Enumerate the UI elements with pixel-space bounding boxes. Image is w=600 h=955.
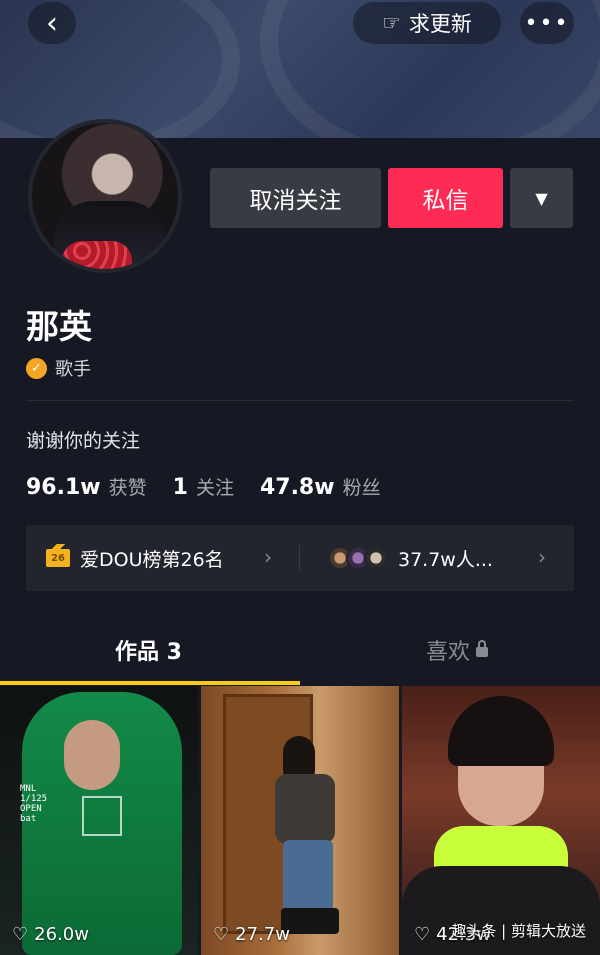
caret-down-icon: ▼ — [535, 188, 548, 208]
chevron-right-icon: › — [538, 545, 546, 569]
profile-bio: 谢谢你的关注 — [26, 430, 141, 452]
heart-icon: ♡ — [414, 924, 431, 945]
dropdown-button[interactable]: ▼ — [510, 168, 573, 228]
focus-frame — [82, 796, 122, 836]
video-grid: MNL 1/125 OPEN bat ♡ 26.0w ♡ 27.7w ♡ 42.3w … — [0, 686, 600, 955]
likes-count: 96.1w — [26, 475, 101, 500]
pointing-hand-icon: ☞ — [382, 11, 401, 35]
unfollow-button[interactable]: 取消关注 — [210, 168, 381, 228]
rank-entry[interactable]: 26 爱DOU榜第26名 — [46, 525, 224, 591]
video-like-count: ♡ 26.0w — [12, 924, 89, 945]
video-thumbnail[interactable]: ♡ 42.3w 趣头条 | 剪辑大放送 — [402, 686, 600, 955]
camera-overlay-text: MNL 1/125 OPEN bat — [20, 784, 48, 824]
likes-label: 获赞 — [108, 477, 147, 499]
watermark: 趣头条 | 剪辑大放送 — [451, 922, 586, 940]
figure-jacket — [275, 774, 335, 844]
following-label[interactable]: 关注 — [196, 473, 234, 500]
fans-label[interactable]: 粉丝 — [343, 473, 381, 500]
lock-icon — [476, 640, 489, 657]
profile-stats: 96.1w 获赞 1 关注 47.8w 粉丝 — [26, 473, 407, 500]
request-update-button[interactable]: ☞ 求更新 — [353, 2, 501, 44]
request-update-label: 求更新 — [408, 12, 472, 36]
heart-icon: ♡ — [213, 924, 230, 945]
content-tabs: 作品 3 喜欢 — [0, 620, 600, 686]
active-tab-indicator — [0, 681, 300, 685]
rank-bar: 26 爱DOU榜第26名 › 37.7w人... › — [26, 525, 574, 591]
verified-icon: ✓ — [26, 357, 47, 379]
rank-separator — [299, 545, 300, 571]
video-thumbnail[interactable]: MNL 1/125 OPEN bat ♡ 26.0w — [0, 686, 198, 955]
heart-icon: ♡ — [12, 924, 29, 945]
profile-name: 那英 — [26, 307, 92, 346]
thumbnail-hair — [448, 696, 554, 766]
following-count[interactable]: 1 — [173, 475, 188, 500]
video-thumbnail[interactable]: ♡ 27.7w — [201, 686, 399, 955]
back-icon: ‹ — [46, 5, 58, 41]
profile-tag-label: 歌手 — [55, 359, 91, 380]
rank-label: 爱DOU榜第26名 — [80, 548, 224, 571]
video-like-value: 27.7w — [235, 924, 290, 945]
more-icon: ••• — [524, 10, 570, 36]
more-options-button[interactable]: ••• — [520, 2, 574, 44]
fans-count[interactable]: 47.8w — [260, 475, 335, 500]
tab-likes[interactable]: 喜欢 — [426, 634, 489, 666]
divider — [26, 400, 574, 401]
tab-likes-label: 喜欢 — [426, 640, 471, 665]
message-button[interactable]: 私信 — [388, 168, 503, 228]
thumbnail-figure — [273, 736, 343, 936]
thumbnail-face — [64, 720, 120, 790]
profile-tag: ✓ 歌手 — [26, 355, 91, 381]
profile-banner: ‹ ☞ 求更新 ••• — [0, 0, 600, 138]
avatar[interactable] — [28, 119, 182, 273]
tab-works[interactable]: 作品 3 — [115, 634, 182, 666]
figure-jeans — [283, 840, 333, 914]
avatar-dress — [62, 241, 132, 269]
back-button[interactable]: ‹ — [28, 2, 76, 44]
fans-text: 37.7w人... — [398, 548, 493, 571]
fan-avatar — [364, 546, 388, 570]
video-like-value: 26.0w — [34, 924, 89, 945]
fans-entry[interactable]: 37.7w人... — [328, 525, 493, 591]
chevron-right-icon: › — [264, 545, 272, 569]
crown-icon: 26 — [46, 544, 70, 567]
video-like-count: ♡ 27.7w — [213, 924, 290, 945]
